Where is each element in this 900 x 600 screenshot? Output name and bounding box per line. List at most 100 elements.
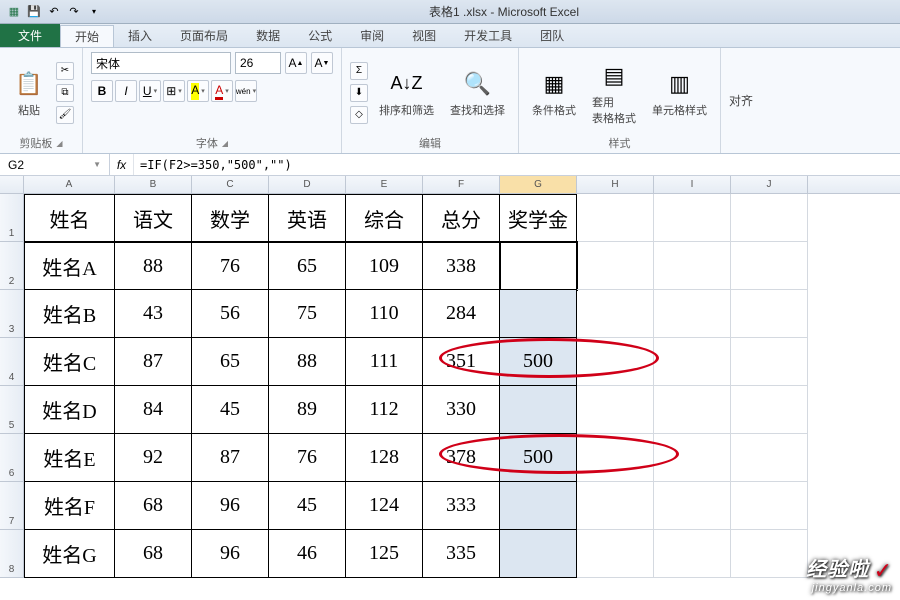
col-header[interactable]: F — [423, 176, 500, 193]
tab-home[interactable]: 开始 — [60, 25, 114, 47]
cell[interactable]: 96 — [192, 482, 269, 530]
cell[interactable] — [500, 386, 577, 434]
cell[interactable] — [500, 530, 577, 578]
fx-icon[interactable]: fx — [110, 154, 134, 175]
select-all-corner[interactable] — [0, 176, 24, 193]
clear-icon[interactable]: ◇ — [350, 106, 368, 124]
bold-button[interactable]: B — [91, 80, 113, 102]
cell[interactable]: 姓名D — [24, 386, 115, 434]
cut-icon[interactable]: ✂ — [56, 62, 74, 80]
row-header[interactable]: 7 — [0, 482, 24, 530]
cell[interactable] — [731, 290, 808, 338]
cell[interactable] — [731, 386, 808, 434]
col-header[interactable]: D — [269, 176, 346, 193]
phonetic-button[interactable]: wén▾ — [235, 80, 257, 102]
cell[interactable]: 110 — [346, 290, 423, 338]
cell[interactable]: 76 — [269, 434, 346, 482]
cell[interactable]: 124 — [346, 482, 423, 530]
cell[interactable]: 88 — [115, 242, 192, 290]
row-header[interactable]: 5 — [0, 386, 24, 434]
cell[interactable]: 姓名C — [24, 338, 115, 386]
cell[interactable] — [500, 242, 577, 290]
cell[interactable]: 112 — [346, 386, 423, 434]
cell[interactable]: 68 — [115, 482, 192, 530]
cell[interactable] — [654, 530, 731, 578]
cell[interactable]: 奖学金 — [500, 194, 577, 242]
row-header[interactable]: 4 — [0, 338, 24, 386]
col-header[interactable]: C — [192, 176, 269, 193]
tab-data[interactable]: 数据 — [242, 24, 294, 47]
cell[interactable]: 76 — [192, 242, 269, 290]
shrink-font-icon[interactable]: A▼ — [311, 52, 333, 74]
cell[interactable] — [654, 386, 731, 434]
cell[interactable]: 语文 — [115, 194, 192, 242]
cell[interactable]: 96 — [192, 530, 269, 578]
cell-styles-button[interactable]: ▥ 单元格样式 — [647, 65, 712, 121]
col-header[interactable]: A — [24, 176, 115, 193]
cell[interactable]: 姓名A — [24, 242, 115, 290]
font-size-select[interactable] — [235, 52, 281, 74]
cell[interactable] — [577, 194, 654, 242]
cell[interactable]: 284 — [423, 290, 500, 338]
cell[interactable]: 500 — [500, 434, 577, 482]
cell[interactable] — [577, 338, 654, 386]
underline-button[interactable]: U▾ — [139, 80, 161, 102]
col-header[interactable]: J — [731, 176, 808, 193]
italic-button[interactable]: I — [115, 80, 137, 102]
cell[interactable]: 89 — [269, 386, 346, 434]
cell[interactable]: 英语 — [269, 194, 346, 242]
grow-font-icon[interactable]: A▲ — [285, 52, 307, 74]
qat-more-icon[interactable]: ▾ — [86, 4, 102, 20]
copy-icon[interactable]: ⧉ — [56, 84, 74, 102]
cell[interactable] — [500, 482, 577, 530]
cell[interactable]: 45 — [269, 482, 346, 530]
name-box[interactable]: G2 ▼ — [0, 154, 110, 175]
cell[interactable]: 65 — [269, 242, 346, 290]
cell[interactable] — [654, 434, 731, 482]
col-header[interactable]: E — [346, 176, 423, 193]
row-header[interactable]: 6 — [0, 434, 24, 482]
cell[interactable] — [731, 338, 808, 386]
tab-layout[interactable]: 页面布局 — [166, 24, 242, 47]
tab-review[interactable]: 审阅 — [346, 24, 398, 47]
cond-format-button[interactable]: ▦ 条件格式 — [527, 65, 581, 121]
cell[interactable] — [731, 242, 808, 290]
col-header[interactable]: H — [577, 176, 654, 193]
cell[interactable]: 姓名E — [24, 434, 115, 482]
cell[interactable] — [500, 290, 577, 338]
cell[interactable]: 65 — [192, 338, 269, 386]
cell[interactable]: 125 — [346, 530, 423, 578]
cell[interactable]: 68 — [115, 530, 192, 578]
row-header[interactable]: 8 — [0, 530, 24, 578]
cell[interactable] — [654, 194, 731, 242]
font-name-select[interactable] — [91, 52, 231, 74]
cell[interactable] — [577, 530, 654, 578]
tab-devtools[interactable]: 开发工具 — [450, 24, 526, 47]
chevron-down-icon[interactable]: ▼ — [93, 160, 101, 169]
tab-team[interactable]: 团队 — [526, 24, 578, 47]
cells-area[interactable]: 姓名 语文 数学 英语 综合 总分 奖学金 姓名A887665109338姓名B… — [24, 194, 900, 578]
cell[interactable]: 351 — [423, 338, 500, 386]
formula-input[interactable] — [134, 158, 900, 172]
fill-color-button[interactable]: A▾ — [187, 80, 209, 102]
cell[interactable] — [577, 242, 654, 290]
cell[interactable]: 45 — [192, 386, 269, 434]
fill-icon[interactable]: ⬇ — [350, 84, 368, 102]
find-select-button[interactable]: 🔍 查找和选择 — [445, 65, 510, 121]
cell[interactable]: 姓名 — [24, 194, 115, 242]
cell[interactable] — [731, 482, 808, 530]
cell[interactable]: 92 — [115, 434, 192, 482]
cell[interactable]: 姓名B — [24, 290, 115, 338]
undo-icon[interactable]: ↶ — [46, 4, 62, 20]
cell[interactable]: 111 — [346, 338, 423, 386]
cell[interactable]: 378 — [423, 434, 500, 482]
cell[interactable]: 128 — [346, 434, 423, 482]
cell[interactable] — [577, 290, 654, 338]
save-icon[interactable]: 💾 — [26, 4, 42, 20]
font-color-button[interactable]: A▾ — [211, 80, 233, 102]
tab-file[interactable]: 文件 — [0, 24, 60, 47]
cell[interactable] — [577, 482, 654, 530]
cell[interactable] — [731, 530, 808, 578]
cell[interactable]: 综合 — [346, 194, 423, 242]
row-header[interactable]: 3 — [0, 290, 24, 338]
